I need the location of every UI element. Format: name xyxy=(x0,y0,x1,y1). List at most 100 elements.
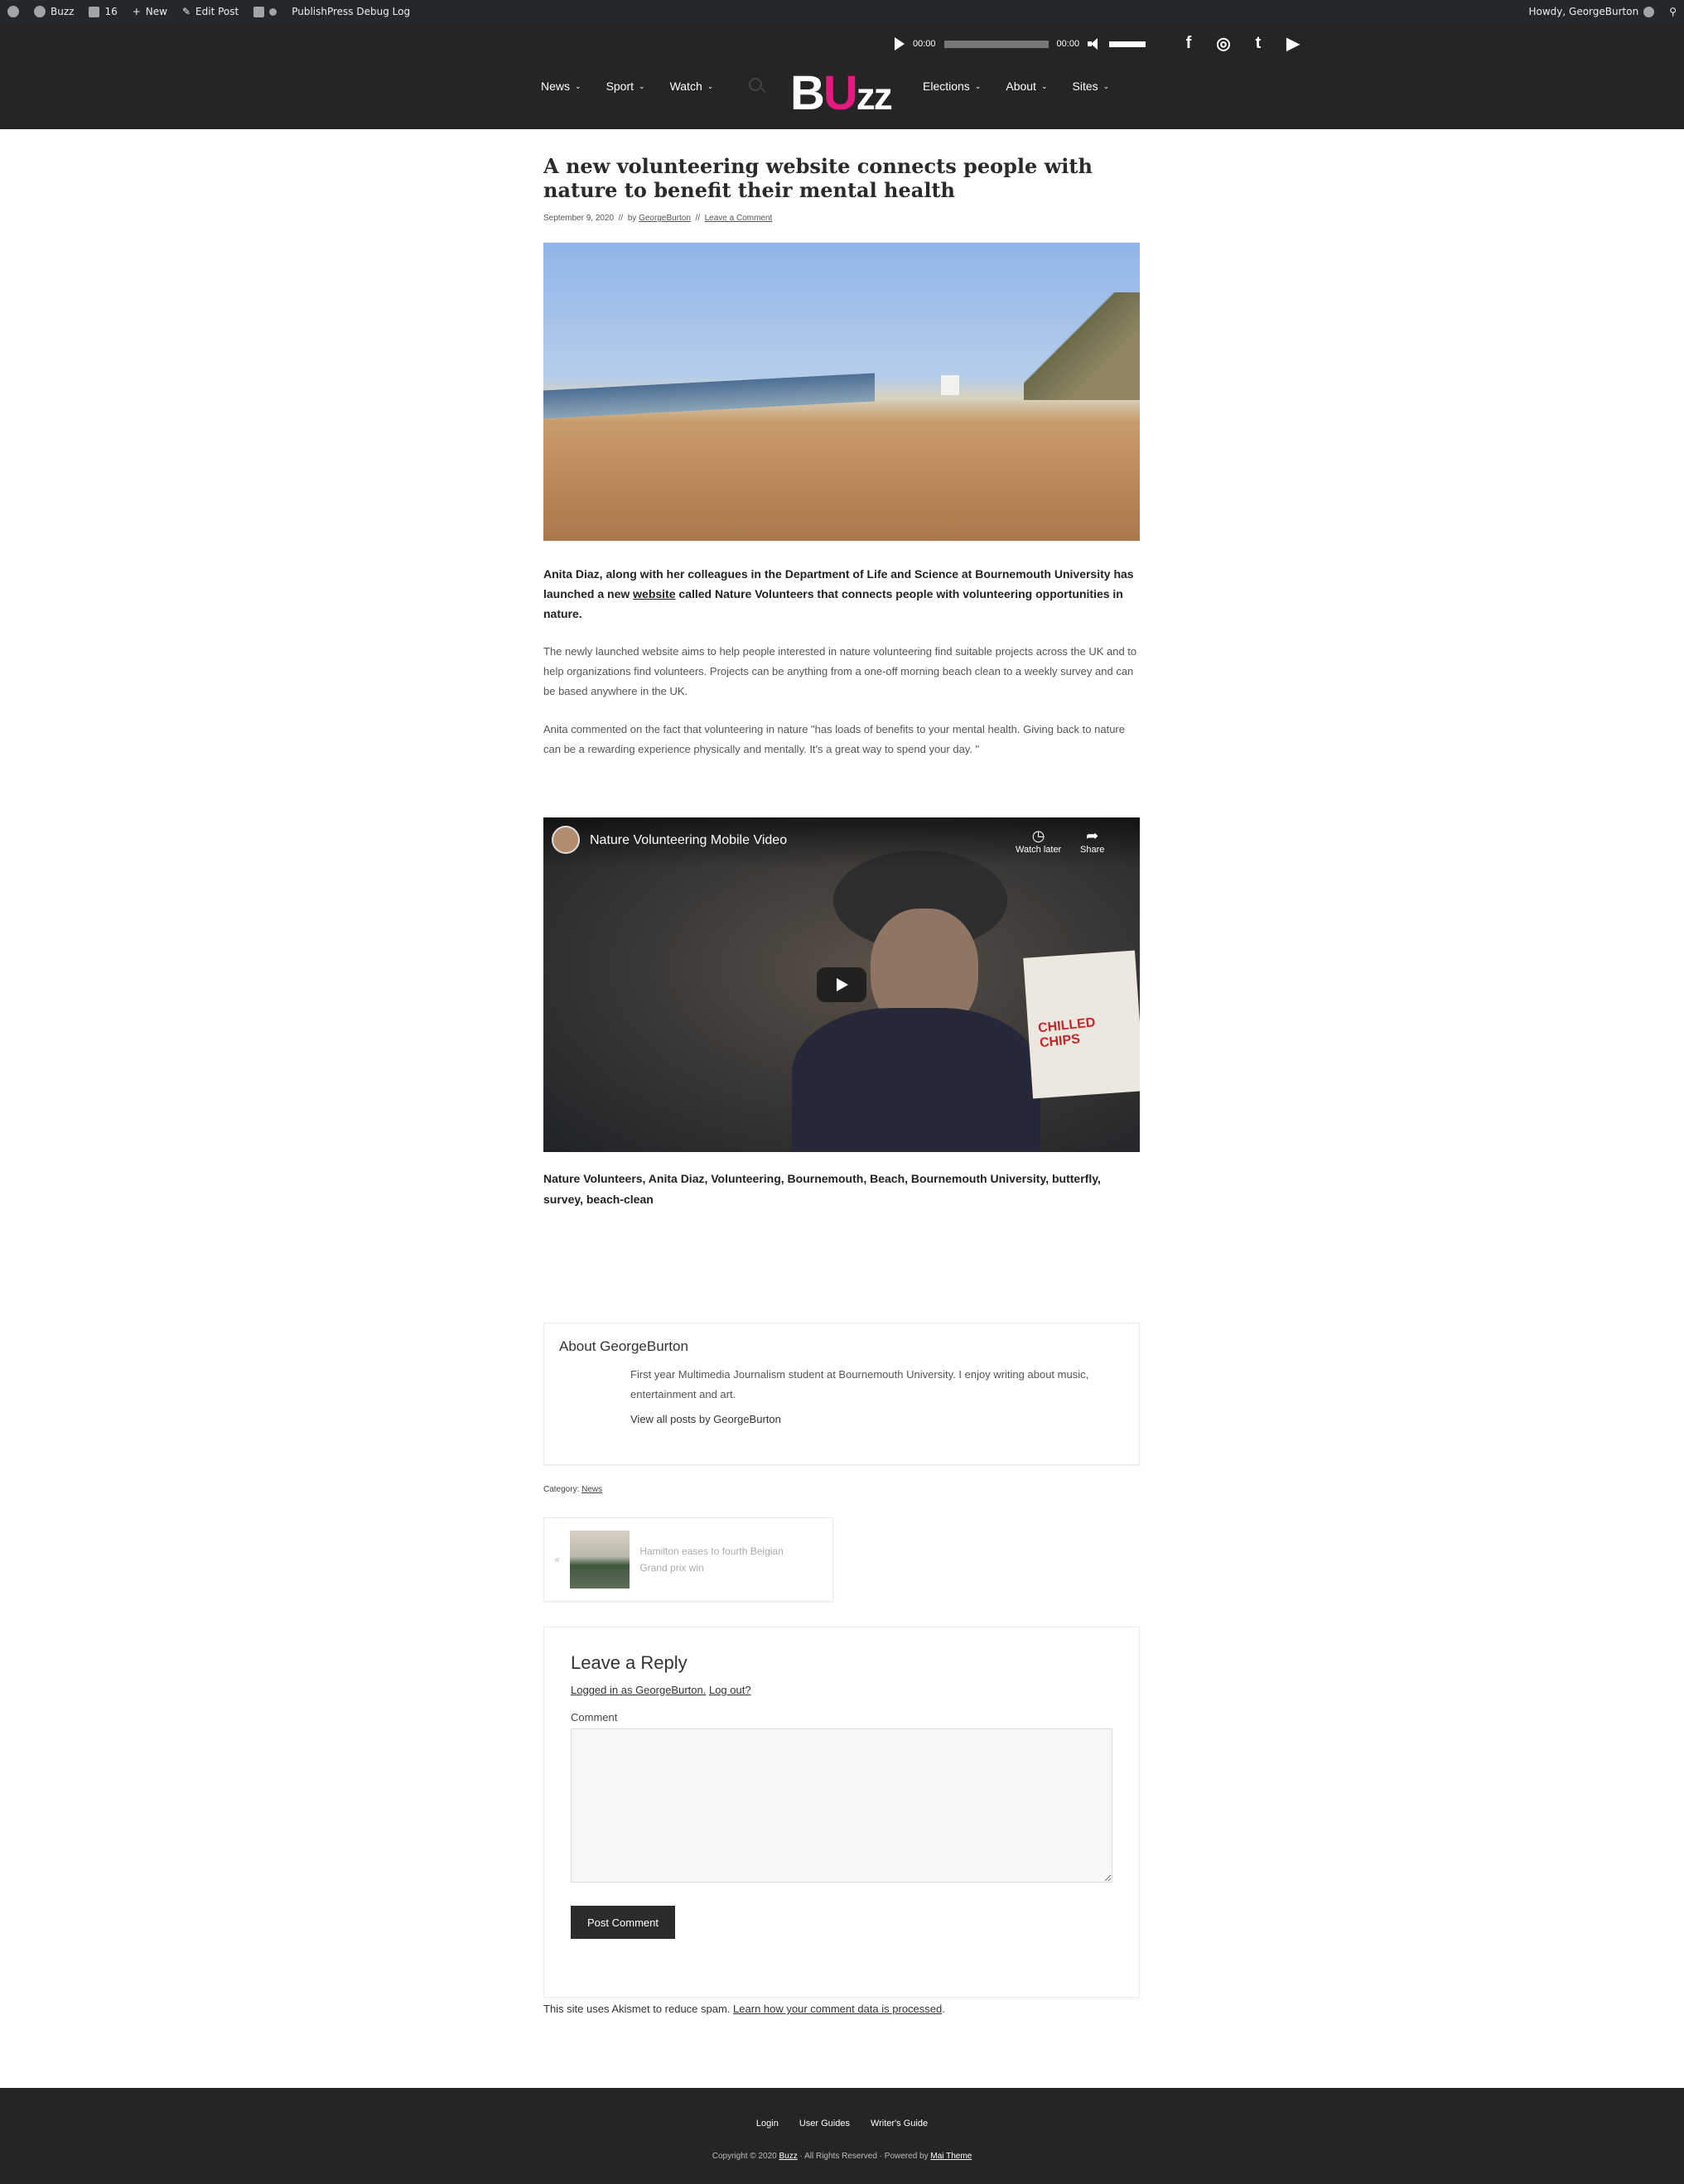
post-comment-button[interactable]: Post Comment xyxy=(571,1906,675,1939)
lead-paragraph: Anita Diaz, along with her colleagues in… xyxy=(543,564,1140,624)
nav-item-watch[interactable]: Watch ⌄ xyxy=(670,80,714,93)
volume-slider[interactable] xyxy=(1109,41,1146,47)
akismet-text: This site uses Akismet to reduce spam. xyxy=(543,2003,734,2015)
category-link[interactable]: News xyxy=(581,1485,602,1494)
chevron-down-icon: ⌄ xyxy=(639,81,645,90)
post-category: Category: News xyxy=(543,1485,1140,1494)
watch-later-label: Watch later xyxy=(1016,845,1062,855)
wordpress-menu[interactable] xyxy=(0,0,27,23)
site-footer: Login User Guides Writer's Guide Copyrig… xyxy=(0,2088,1684,2184)
comment-data-link[interactable]: Learn how your comment data is processed xyxy=(733,2003,942,2015)
social-links: f ◎ t ▶ xyxy=(1180,33,1301,54)
author-box-heading: About GeorgeBurton xyxy=(559,1338,688,1354)
meta-separator: // xyxy=(692,214,702,223)
footer-link-user-guides[interactable]: User Guides xyxy=(799,2119,850,2129)
nav-label: Watch xyxy=(669,80,702,93)
admin-bar: Buzz 16 + New ✎ Edit Post PublishPress Deb… xyxy=(0,0,1684,23)
beach-hut-shape xyxy=(941,375,959,395)
nav-item-news[interactable]: News ⌄ xyxy=(541,80,581,93)
instagram-icon[interactable]: ◎ xyxy=(1215,33,1232,54)
howdy-text: Howdy, GeorgeBurton xyxy=(1528,6,1639,17)
chevron-down-icon: ⌄ xyxy=(575,81,581,90)
twitter-icon[interactable]: t xyxy=(1250,34,1267,53)
copyright-middle: · All Rights Reserved · Powered by xyxy=(797,2152,931,2161)
channel-avatar[interactable] xyxy=(552,826,580,854)
nav-label: Sites xyxy=(1072,80,1098,93)
audio-current-time: 00:00 xyxy=(913,39,936,49)
video-title[interactable]: Nature Volunteering Mobile Video xyxy=(590,833,787,848)
share-icon: ➦ xyxy=(1086,827,1099,844)
video-body-shape xyxy=(792,1008,1040,1152)
nav-item-sites[interactable]: Sites ⌄ xyxy=(1073,80,1110,93)
video-play-button[interactable] xyxy=(817,967,866,1002)
site-logo[interactable]: BUzz xyxy=(790,70,893,120)
article-title: A new volunteering website connects peop… xyxy=(543,154,1093,202)
volume-icon[interactable] xyxy=(1088,38,1101,50)
previous-post-thumbnail xyxy=(570,1531,630,1589)
category-label: Category: xyxy=(543,1485,580,1494)
audio-play-icon[interactable] xyxy=(895,37,905,51)
search-icon: ⚲ xyxy=(1669,6,1677,17)
admin-edit-post-link[interactable]: ✎ Edit Post xyxy=(175,0,246,23)
footer-link-writers-guide[interactable]: Writer's Guide xyxy=(871,2119,928,2129)
dashboard-icon xyxy=(34,6,46,17)
admin-debug-log-link[interactable]: PublishPress Debug Log xyxy=(284,0,417,23)
author-link[interactable]: GeorgeBurton xyxy=(639,214,691,223)
admin-account-menu[interactable]: Howdy, GeorgeBurton xyxy=(1522,0,1662,23)
logo-letter-b: B xyxy=(790,66,825,120)
nav-item-sport[interactable]: Sport ⌄ xyxy=(606,80,645,93)
admin-new-link[interactable]: + New xyxy=(125,0,175,23)
nav-label: News xyxy=(541,80,571,93)
admin-edit-label: Edit Post xyxy=(195,6,239,17)
logo-letters-zz: zz xyxy=(856,75,893,118)
theme-link[interactable]: Mai Theme xyxy=(930,2152,972,2161)
nav-label: Elections xyxy=(923,80,970,93)
clock-icon: ◷ xyxy=(1031,827,1045,844)
admin-debug-label: PublishPress Debug Log xyxy=(292,6,411,17)
nav-item-elections[interactable]: Elections ⌄ xyxy=(923,80,981,93)
chevron-down-icon: ⌄ xyxy=(974,81,982,90)
admin-comments-link[interactable]: 16 xyxy=(81,0,124,23)
article-meta: September 9, 2020 // by GeorgeBurton // … xyxy=(543,214,1140,223)
facebook-icon[interactable]: f xyxy=(1180,34,1197,53)
admin-site-name: Buzz xyxy=(51,6,75,17)
header-search-icon[interactable] xyxy=(749,78,762,91)
pencil-icon: ✎ xyxy=(181,6,191,17)
youtube-icon[interactable]: ▶ xyxy=(1285,33,1301,54)
share-label: Share xyxy=(1080,845,1105,855)
by-label: by xyxy=(627,214,637,223)
previous-post-title: Hamilton eases to fourth Belgian Grand p… xyxy=(639,1545,784,1574)
audio-total-time: 00:00 xyxy=(1056,39,1080,49)
seo-status-dot-icon xyxy=(269,7,277,16)
logo-letter-u: U xyxy=(823,66,858,120)
previous-arrow-icon: « xyxy=(554,1554,561,1565)
comment-form: Leave a Reply Logged in as GeorgeBurton.… xyxy=(543,1627,1140,1998)
chevron-down-icon: ⌄ xyxy=(707,81,714,90)
akismet-notice: This site uses Akismet to reduce spam. L… xyxy=(543,2003,1140,2015)
share-button[interactable]: ➦ Share xyxy=(1080,827,1104,855)
comment-textarea[interactable] xyxy=(571,1728,1112,1883)
website-link[interactable]: website xyxy=(633,587,675,600)
watch-later-button[interactable]: ◷ Watch later xyxy=(1016,827,1061,855)
view-all-posts-link[interactable]: View all posts by GeorgeBurton xyxy=(630,1413,1124,1425)
body-paragraph-2: Anita commented on the fact that volunte… xyxy=(543,723,1125,755)
copyright-site-link[interactable]: Buzz xyxy=(779,2152,798,2161)
admin-new-label: New xyxy=(145,6,167,17)
nav-item-about[interactable]: About ⌄ xyxy=(1006,80,1047,93)
logout-link[interactable]: Log out? xyxy=(709,1684,751,1696)
leave-comment-link[interactable]: Leave a Comment xyxy=(705,214,773,223)
chevron-down-icon: ⌄ xyxy=(1040,81,1048,90)
admin-yoast-link[interactable] xyxy=(246,0,284,23)
logged-in-link[interactable]: Logged in as GeorgeBurton. xyxy=(571,1684,706,1696)
footer-link-login[interactable]: Login xyxy=(756,2119,779,2129)
post-date: September 9, 2020 xyxy=(543,214,615,223)
admin-site-link[interactable]: Buzz xyxy=(27,0,81,23)
previous-post-link[interactable]: « Hamilton eases to fourth Belgian Grand… xyxy=(543,1517,833,1602)
comments-count: 16 xyxy=(104,6,118,17)
author-bio: First year Multimedia Journalism student… xyxy=(630,1368,1089,1401)
audio-progress-slider[interactable] xyxy=(943,40,1049,48)
comment-bubble-icon xyxy=(89,6,100,17)
admin-search-button[interactable]: ⚲ xyxy=(1662,0,1684,23)
audio-player: 00:00 00:00 xyxy=(895,35,1146,53)
youtube-video-embed[interactable]: CHILLED CHIPS Nature Volunteering Mobile… xyxy=(543,817,1140,1152)
